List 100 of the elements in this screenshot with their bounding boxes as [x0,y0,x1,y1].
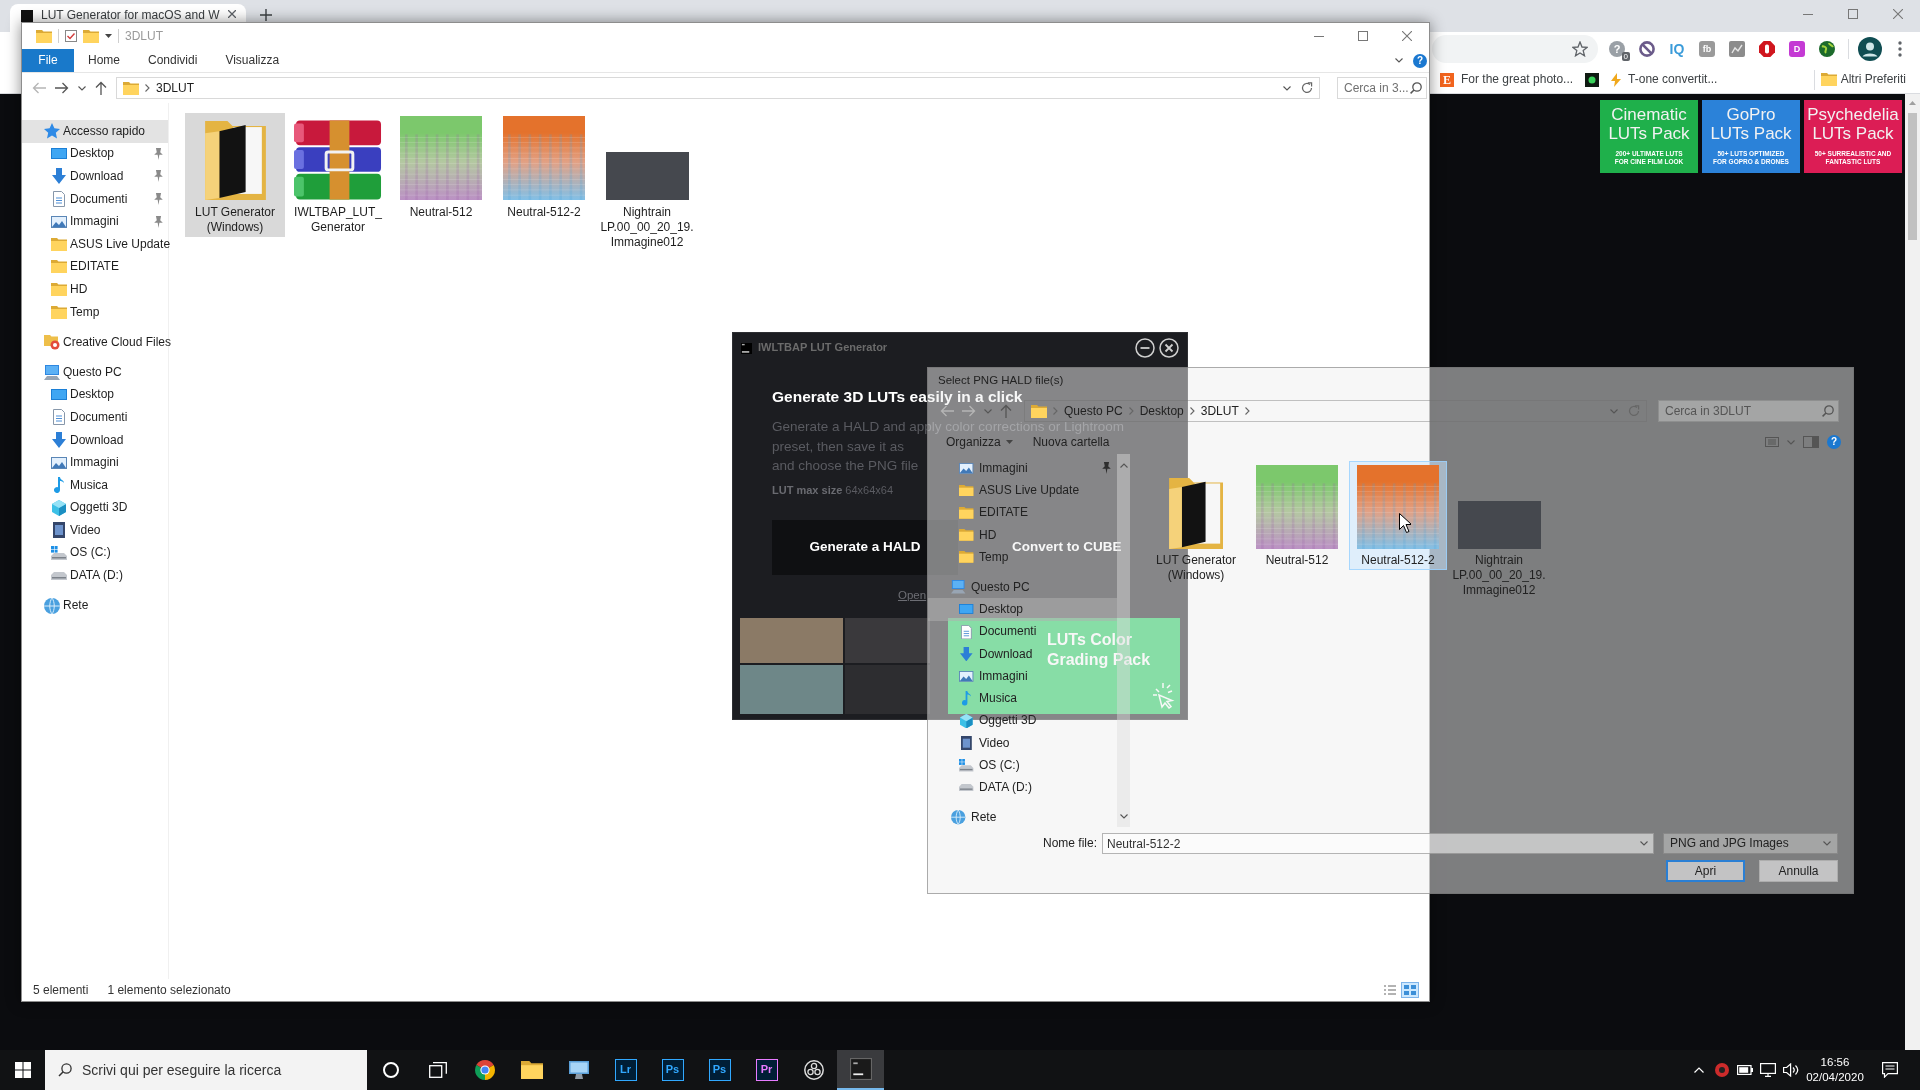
help-button[interactable]: ? [1413,53,1427,68]
nav-item[interactable]: ASUS Live Update [959,479,1083,502]
globe-icon[interactable] [1819,41,1835,57]
file-item[interactable]: Neutral-512-2 [1349,461,1447,570]
sidebar-item[interactable]: EDITATE [22,255,168,279]
action-button[interactable]: Generate a HALD [772,519,958,575]
battery-icon[interactable] [1736,1065,1753,1075]
minimize-icon[interactable] [1802,13,1813,15]
file-type-dropdown[interactable]: PNG and JPG Images [1663,833,1838,854]
sidebar-item[interactable]: HD [22,278,168,301]
minimize-icon[interactable] [1314,35,1324,37]
nav-item[interactable]: Immagini [959,457,1117,480]
stop-sign-icon[interactable] [1759,41,1775,57]
chevron-down-icon[interactable] [78,85,86,91]
sidebar-item[interactable]: Documenti [22,406,168,429]
refresh-icon[interactable] [1301,82,1313,94]
start-menu-icon[interactable] [14,1062,31,1078]
breadcrumb[interactable]: 3DLUT [156,80,194,96]
scrollbar-thumb[interactable] [1908,113,1917,240]
nav-item[interactable]: Temp [959,546,1012,569]
bookmark-link[interactable]: E For the great photo... [1440,72,1574,87]
file-item[interactable]: IWLTBAP_LUT_Generator [288,113,388,237]
sidebar-item[interactable]: Download [22,428,168,452]
folder-icon[interactable] [520,1061,543,1079]
bookmark-star-icon[interactable] [1572,41,1588,57]
close-icon[interactable] [227,10,236,18]
file-item[interactable]: LUT Generator (Windows) [185,113,285,237]
search-field[interactable]: Cerca in 3... [1337,77,1427,99]
address-field[interactable]: 3DLUT [116,77,1320,99]
ribbon-tab[interactable]: Home [74,49,134,72]
app-tile-icon[interactable]: Pr [755,1059,778,1081]
chevron-right-icon[interactable] [145,84,150,92]
close-circle-icon[interactable] [1159,338,1179,358]
sidebar-item[interactable]: Desktop [22,383,168,407]
task-view-icon[interactable] [428,1062,447,1078]
ring-icon[interactable] [382,1062,399,1078]
sidebar-item[interactable]: Accesso rapido [22,120,168,143]
nav-item[interactable]: DATA (D:) [959,776,1035,799]
sidebar-item[interactable]: Desktop [22,142,168,166]
search-icon[interactable] [1410,82,1422,94]
sidebar-item[interactable]: Temp [22,300,168,324]
search-field[interactable]: Scrivi qui per eseguire la ricerca [45,1050,367,1090]
sidebar-item[interactable]: ASUS Live Update [22,232,168,256]
sidebar-item[interactable]: Rete [22,594,168,617]
extension-button[interactable]: D [1789,41,1805,57]
breadcrumb[interactable]: Desktop [1139,403,1184,419]
caret-down-icon[interactable] [105,34,112,38]
avatar-icon[interactable] [1858,37,1882,61]
forward-arrow-icon[interactable] [55,82,69,94]
nav-item[interactable]: HD [959,523,1000,547]
record-icon[interactable] [1714,1063,1729,1077]
nav-item[interactable]: Documenti [959,620,1040,643]
app-tile-icon[interactable]: Ps [661,1059,684,1081]
chevron-down-icon[interactable] [1640,841,1648,846]
volume-icon[interactable] [1782,1063,1799,1077]
file-item[interactable]: Neutral-512-2 [494,113,594,222]
nav-item[interactable]: Immagini [959,665,1031,688]
search-field[interactable]: Cerca in 3DLUT [1658,400,1839,422]
chevron-down-icon[interactable] [1395,58,1403,63]
dialog-button[interactable]: Apri [1666,860,1745,882]
minimize-circle-icon[interactable] [1135,338,1155,358]
sidebar-item[interactable]: Questo PC [22,360,168,384]
view-button[interactable] [1401,982,1419,998]
browser-icon[interactable] [474,1060,495,1080]
taskbar-button[interactable] [837,1050,884,1090]
app-tile-icon[interactable]: Ps [708,1059,731,1081]
maximize-icon[interactable] [1358,31,1368,41]
file-item[interactable]: LUT Generator (Windows) [1147,461,1245,585]
chevron-right-icon[interactable] [1189,407,1195,415]
ribbon-tab[interactable]: Condividi [134,49,212,72]
search-icon[interactable] [1822,405,1834,417]
sidebar-item[interactable]: Oggetti 3D [22,496,168,520]
bookmark-link[interactable] [1585,72,1600,87]
prohibited-icon[interactable] [1639,41,1655,57]
maximize-icon[interactable] [1847,9,1858,19]
sidebar-item[interactable]: OS (C:) [22,541,168,565]
dialog-button[interactable]: Annulla [1759,860,1838,882]
nav-item[interactable]: Desktop [928,598,1117,621]
sidebar-item[interactable]: Video [22,519,168,542]
up-arrow-icon[interactable] [95,81,107,95]
more-menu-icon[interactable] [1897,41,1902,57]
sidebar-item[interactable]: Immagini [22,451,168,474]
sidebar-item[interactable]: Documenti [22,187,168,211]
file-item[interactable]: Neutral-512 [391,113,491,222]
ribbon-tab[interactable]: Visualizza [211,49,294,72]
checkbox-icon[interactable] [65,30,77,42]
chevron-right-icon[interactable] [1244,407,1250,415]
close-icon[interactable] [1892,9,1903,19]
file-item[interactable]: Neutral-512 [1248,461,1346,570]
network-monitor-icon[interactable] [1759,1063,1776,1077]
chevron-down-icon[interactable] [1283,85,1291,91]
nav-item[interactable]: Musica [959,687,1020,710]
app-tile-icon[interactable]: Lr [614,1059,637,1081]
bookmark-folder[interactable]: Altri Preferiti [1820,72,1906,87]
ribbon-tab[interactable]: File [22,49,74,72]
breadcrumb[interactable]: Questo PC [1064,403,1123,419]
nav-item[interactable]: Rete [951,806,1000,829]
chart-tile-icon[interactable] [1729,41,1745,57]
notification-icon[interactable] [1882,1062,1898,1078]
breadcrumb[interactable]: 3DLUT [1200,403,1239,419]
